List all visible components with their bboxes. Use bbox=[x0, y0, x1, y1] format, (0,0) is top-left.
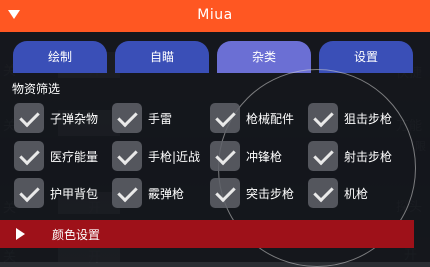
tab-settings[interactable]: 设置 bbox=[319, 41, 413, 73]
checkbox-label: 子弹杂物 bbox=[50, 112, 99, 126]
checkbox-checked-icon[interactable] bbox=[308, 141, 338, 171]
checkbox-machine-gun[interactable]: 机枪 bbox=[308, 178, 404, 208]
checkbox-checked-icon[interactable] bbox=[14, 103, 44, 133]
checkbox-label: 突击步枪 bbox=[246, 187, 295, 201]
mod-menu-panel: Miua 绘制 自瞄 杂类 设置 物资筛选 子弹杂物 手雷 枪械配件 狙击步枪 … bbox=[0, 0, 430, 267]
checkbox-marksman-rifle[interactable]: 射击步枪 bbox=[308, 141, 404, 171]
checkbox-checked-icon[interactable] bbox=[308, 103, 338, 133]
checkbox-label: 手雷 bbox=[148, 112, 173, 126]
window-title: Miua bbox=[197, 7, 233, 23]
checkbox-smg[interactable]: 冲锋枪 bbox=[210, 141, 306, 171]
checkbox-sniper-rifle[interactable]: 狙击步枪 bbox=[308, 103, 404, 133]
checkbox-label: 枪械配件 bbox=[246, 112, 295, 126]
expand-arrow-icon[interactable] bbox=[16, 228, 25, 240]
tab-bar: 绘制 自瞄 杂类 设置 bbox=[13, 41, 417, 73]
color-settings-expander[interactable]: 颜色设置 bbox=[0, 220, 414, 248]
checkbox-label: 医疗能量 bbox=[50, 150, 99, 164]
checkbox-checked-icon[interactable] bbox=[14, 141, 44, 171]
color-settings-label: 颜色设置 bbox=[52, 228, 101, 242]
tab-draw[interactable]: 绘制 bbox=[13, 41, 107, 73]
checkbox-checked-icon[interactable] bbox=[112, 103, 142, 133]
checkbox-label: 霰弹枪 bbox=[148, 187, 185, 201]
checkbox-label: 护甲背包 bbox=[50, 187, 99, 201]
tab-aimbot[interactable]: 自瞄 bbox=[115, 41, 209, 73]
checkbox-checked-icon[interactable] bbox=[210, 178, 240, 208]
title-bar[interactable]: Miua bbox=[0, 0, 430, 32]
checkbox-label: 手枪|近战 bbox=[148, 150, 201, 164]
tab-misc[interactable]: 杂类 bbox=[217, 41, 311, 73]
checkbox-checked-icon[interactable] bbox=[112, 178, 142, 208]
checkbox-label: 射击步枪 bbox=[344, 150, 393, 164]
checkbox-label: 狙击步枪 bbox=[344, 112, 393, 126]
checkbox-checked-icon[interactable] bbox=[210, 103, 240, 133]
checkbox-grenade[interactable]: 手雷 bbox=[112, 103, 208, 133]
checkbox-weapon-attachments[interactable]: 枪械配件 bbox=[210, 103, 306, 133]
checkbox-label: 冲锋枪 bbox=[246, 150, 283, 164]
checkbox-label: 机枪 bbox=[344, 187, 369, 201]
checkbox-checked-icon[interactable] bbox=[14, 178, 44, 208]
section-title-item-filter: 物资筛选 bbox=[12, 82, 61, 96]
checkbox-pistol-melee[interactable]: 手枪|近战 bbox=[112, 141, 208, 171]
checkbox-checked-icon[interactable] bbox=[210, 141, 240, 171]
checkbox-checked-icon[interactable] bbox=[112, 141, 142, 171]
checkbox-assault-rifle[interactable]: 突击步枪 bbox=[210, 178, 306, 208]
checkbox-shotgun[interactable]: 霰弹枪 bbox=[112, 178, 208, 208]
checkbox-armor-backpack[interactable]: 护甲背包 bbox=[14, 178, 110, 208]
checkbox-ammo-misc[interactable]: 子弹杂物 bbox=[14, 103, 110, 133]
checkbox-medical-energy[interactable]: 医疗能量 bbox=[14, 141, 110, 171]
checkbox-checked-icon[interactable] bbox=[308, 178, 338, 208]
